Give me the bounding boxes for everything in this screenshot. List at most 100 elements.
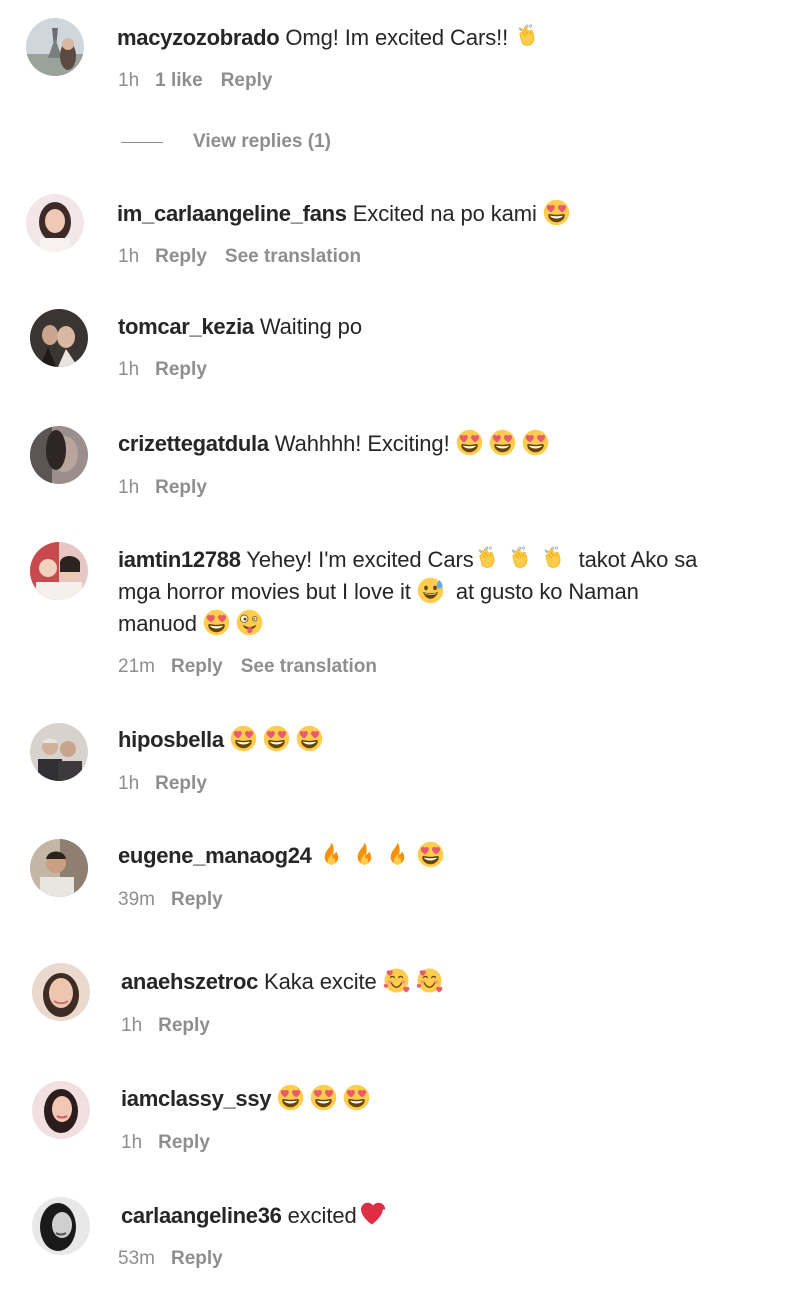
heart-eyes-icon (296, 725, 323, 752)
comment-meta: 1h 1 like Reply (118, 69, 290, 93)
comment-line: macyzozobrado Omg! Im excited Cars!! (117, 22, 547, 54)
comment-line: crizettegatdula Wahhhh! Exciting! (118, 428, 555, 460)
reply-button[interactable]: Reply (221, 70, 273, 91)
comment-username[interactable]: eugene_manaog24 (118, 843, 312, 868)
reply-button[interactable]: Reply (158, 1015, 210, 1036)
avatar[interactable] (30, 723, 88, 781)
heart-eyes-icon (277, 1084, 304, 1111)
heart-eyes-icon (230, 725, 257, 752)
comment-time: 1h (118, 359, 140, 380)
view-replies-divider (121, 141, 163, 143)
comment-text: Omg! Im excited Cars!! (285, 25, 509, 50)
comment-meta: 1h Reply (118, 772, 225, 796)
comment-username[interactable]: im_carlaangeline_fans (117, 201, 347, 226)
heart-eyes-icon (522, 429, 549, 456)
sweat-smile-icon (417, 577, 444, 604)
comment-time: 1h (118, 70, 140, 91)
comment-text: excited (287, 1203, 357, 1228)
comment-username[interactable]: iamtin12788 (118, 547, 241, 572)
heart-eyes-icon (343, 1084, 370, 1111)
heart-eyes-icon (489, 429, 516, 456)
fire-icon (318, 841, 345, 868)
reply-button[interactable]: Reply (171, 656, 223, 677)
comment-username[interactable]: crizettegatdula (118, 431, 269, 456)
reply-button[interactable]: Reply (155, 773, 207, 794)
comment-meta: 1h Reply (118, 476, 225, 500)
reply-button[interactable]: Reply (171, 1248, 223, 1269)
comment-username[interactable]: hiposbella (118, 727, 224, 752)
comment-line: tomcar_kezia Waiting po (118, 311, 362, 343)
comment-time: 39m (118, 889, 155, 910)
comment-username[interactable]: iamclassy_ssy (121, 1086, 272, 1111)
avatar[interactable] (32, 1197, 90, 1255)
comment-line: mga horror movies but I love it at gusto… (118, 576, 639, 608)
comment-time: 53m (118, 1248, 155, 1269)
heart-eyes-icon (203, 609, 230, 636)
avatar[interactable] (26, 18, 84, 76)
comment-time: 1h (118, 246, 140, 267)
comment-line: im_carlaangeline_fans Excited na po kami (117, 198, 576, 230)
avatar[interactable] (32, 963, 90, 1021)
avatar[interactable] (30, 839, 88, 897)
smiling-face-with-hearts-icon (383, 967, 410, 994)
comment-time: 21m (118, 656, 155, 677)
reply-button[interactable]: Reply (158, 1132, 210, 1153)
heart-eyes-icon (417, 841, 444, 868)
comment-text: manuod (118, 611, 197, 636)
comment-text: takot Ako sa (578, 547, 698, 572)
clapping-hands-icon (474, 545, 501, 572)
comment-text: at gusto ko Naman (455, 579, 639, 604)
comment-text: Yehey! I'm excited Cars (246, 547, 474, 572)
avatar[interactable] (26, 194, 84, 252)
avatar[interactable] (30, 309, 88, 367)
view-replies-button[interactable]: View replies (1) (121, 130, 331, 154)
comment-text: Wahhhh! Exciting! (274, 431, 450, 456)
comment-time: 1h (121, 1015, 143, 1036)
comment-time: 1h (118, 477, 140, 498)
comment-username[interactable]: carlaangeline36 (121, 1203, 282, 1228)
heart-eyes-icon (310, 1084, 337, 1111)
reply-button[interactable]: Reply (171, 889, 223, 910)
comment-meta: 53m Reply (118, 1247, 241, 1271)
comment-line: manuod (118, 608, 269, 640)
reply-button[interactable]: Reply (155, 359, 207, 380)
comment-line: iamtin12788 Yehey! I'm excited Cars tako… (118, 544, 697, 576)
heart-eyes-icon (456, 429, 483, 456)
avatar[interactable] (30, 542, 88, 600)
comment-meta: 1h Reply (121, 1131, 228, 1155)
avatar[interactable] (30, 426, 88, 484)
comment-text: Kaka excite (264, 969, 377, 994)
see-translation-button[interactable]: See translation (241, 656, 377, 677)
red-heart-icon (359, 1201, 386, 1228)
comment-meta: 1h Reply (118, 358, 225, 382)
clapping-hands-icon (540, 545, 567, 572)
comment-line: anaehszetroc Kaka excite (121, 966, 449, 998)
comment-meta: 1h Reply (121, 1014, 228, 1038)
comment-line: eugene_manaog24 (118, 840, 450, 872)
clapping-hands-icon (507, 545, 534, 572)
comment-line: carlaangeline36 excited (121, 1200, 392, 1232)
comment-time: 1h (121, 1132, 143, 1153)
reply-button[interactable]: Reply (155, 246, 207, 267)
avatar[interactable] (32, 1081, 90, 1139)
comment-meta: 39m Reply (118, 888, 241, 912)
comment-text: Waiting po (259, 314, 362, 339)
comment-meta: 1h Reply See translation (118, 245, 361, 269)
likes-count-link[interactable]: 1 like (155, 70, 203, 91)
comment-username[interactable]: tomcar_kezia (118, 314, 254, 339)
comment-line: hiposbella (118, 724, 329, 756)
comment-line: iamclassy_ssy (121, 1083, 376, 1115)
reply-button[interactable]: Reply (155, 477, 207, 498)
comment-username[interactable]: anaehszetroc (121, 969, 258, 994)
comment-text: mga horror movies but I love it (118, 579, 411, 604)
see-translation-button[interactable]: See translation (225, 246, 361, 267)
heart-eyes-icon (263, 725, 290, 752)
comment-text: Excited na po kami (352, 201, 537, 226)
clapping-hands-icon (514, 23, 541, 50)
comment-username[interactable]: macyzozobrado (117, 25, 280, 50)
fire-icon (384, 841, 411, 868)
zany-face-icon (236, 609, 263, 636)
comment-time: 1h (118, 773, 140, 794)
comment-meta: 21m Reply See translation (118, 655, 377, 679)
heart-eyes-icon (543, 199, 570, 226)
